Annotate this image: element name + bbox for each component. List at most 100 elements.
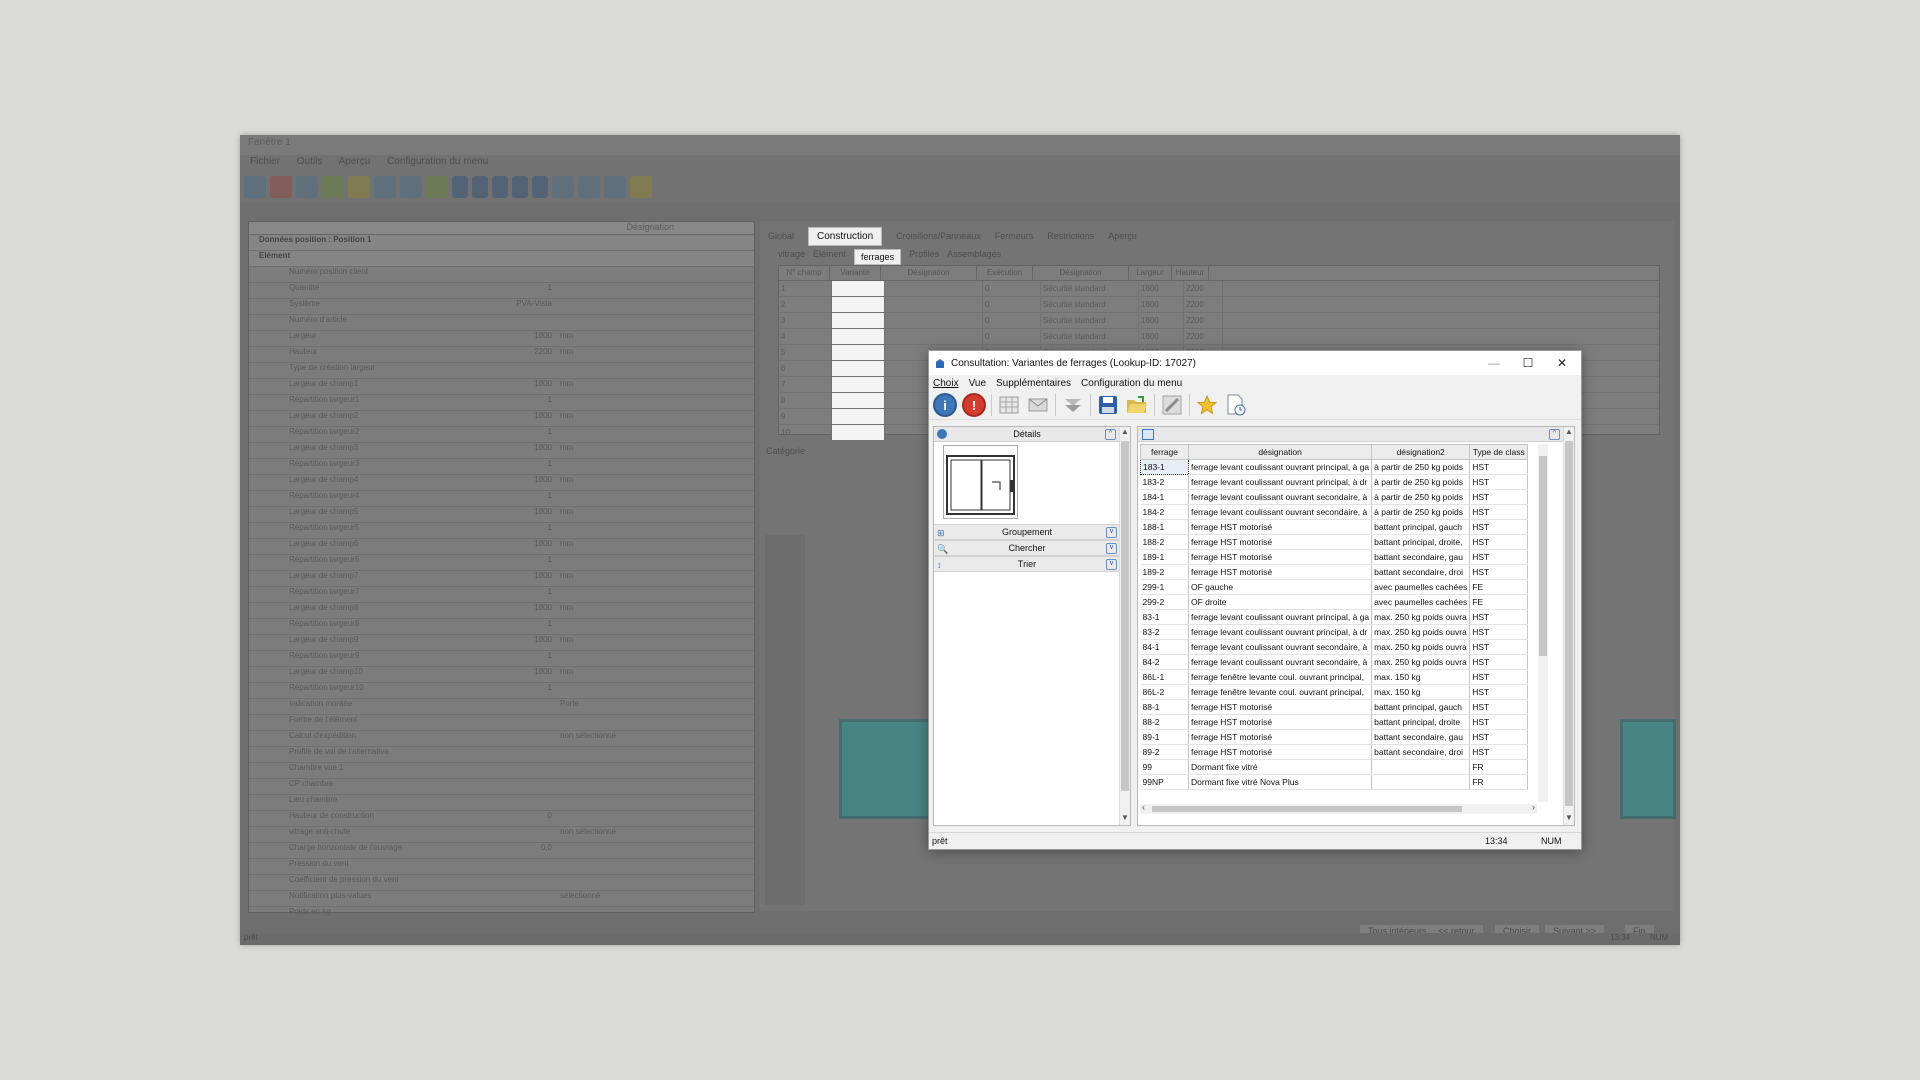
property-row[interactable]: Répartition largeur10 1 [249, 683, 754, 699]
filter-button[interactable] [1061, 393, 1085, 417]
collapse-icon[interactable]: ^ [1105, 429, 1116, 440]
menu-configuration[interactable]: Configuration du menu [1081, 378, 1182, 389]
property-row[interactable]: Forme de l'élément [249, 715, 754, 731]
table-row[interactable]: 89-2 ferrage HST motorisé battant secondai… [1140, 744, 1529, 760]
results-scrollbar[interactable]: ▲ ▼ [1563, 427, 1574, 825]
subtab-0[interactable]: vitrage [778, 249, 805, 265]
expand-icon[interactable]: v [1106, 559, 1117, 570]
property-row[interactable]: Quantité 1 [249, 283, 754, 299]
mail-button[interactable] [1026, 393, 1050, 417]
table-row[interactable]: 86L-1 ferrage fenêtre levante coul. ouvra… [1140, 669, 1529, 685]
table-row[interactable]: 299-2 OF droite avec paumelles cachées FE [1140, 594, 1529, 610]
table-view-button[interactable] [997, 393, 1021, 417]
property-row[interactable]: Profilé de vol de l'alternative [249, 747, 754, 763]
property-row[interactable]: Largeur de champ6 1800 mm [249, 539, 754, 555]
property-row[interactable]: Largeur de champ9 1800 mm [249, 635, 754, 651]
property-row[interactable]: Notification plus-values sélectionné [249, 891, 754, 907]
property-row[interactable]: Répartition largeur5 1 [249, 523, 754, 539]
grid-cell[interactable] [832, 409, 885, 424]
property-row[interactable]: Répartition largeur6 1 [249, 555, 754, 571]
table-row[interactable]: 183-1 ferrage levant coulissant ouvrant p… [1140, 459, 1529, 475]
property-row[interactable]: Calcul d'expédition non sélectionné [249, 731, 754, 747]
scroll-up-icon[interactable]: ▲ [1120, 427, 1130, 439]
property-row[interactable]: Répartition largeur8 1 [249, 619, 754, 635]
scroll-down-icon[interactable]: ▼ [1120, 813, 1130, 825]
grid-cell[interactable] [832, 281, 885, 296]
property-row[interactable]: Chambre vue 1 [249, 763, 754, 779]
property-row[interactable]: Système PVA-Vista [249, 299, 754, 315]
first-record-icon[interactable] [452, 176, 468, 198]
property-row[interactable]: Numéro d'article [249, 315, 754, 331]
window-icon[interactable] [604, 176, 626, 198]
key-icon[interactable] [630, 176, 652, 198]
property-row[interactable]: Numéro position client [249, 267, 754, 283]
tab-4[interactable]: Restrictions [1047, 231, 1094, 241]
grid-cell[interactable] [832, 393, 885, 408]
tab-2[interactable]: Croisillons/Panneaux [896, 231, 981, 241]
scroll-thumb[interactable] [1565, 441, 1573, 806]
grid-column-header[interactable]: Largeur [1129, 266, 1172, 280]
property-row[interactable]: Répartition largeur4 1 [249, 491, 754, 507]
table-row[interactable]: 83-2 ferrage levant coulissant ouvrant pr… [1140, 624, 1529, 640]
column-header-ferrage[interactable]: ferrage [1140, 444, 1189, 460]
column-header-type-de-class[interactable]: Type de class [1469, 444, 1529, 460]
tab-1[interactable]: Construction [808, 226, 883, 246]
main-menu-item[interactable]: Outils [297, 156, 323, 167]
grid-column-header[interactable]: Variante [830, 266, 881, 280]
grid-row[interactable]: 4 0 Sécurité standard 1800 2200 [779, 329, 1659, 345]
palette-icon[interactable] [374, 176, 396, 198]
info-icon[interactable] [244, 176, 266, 198]
subtab-1[interactable]: Elément [813, 249, 846, 265]
grid-cell[interactable] [832, 329, 885, 344]
grid-cell[interactable] [832, 425, 885, 440]
expand-icon[interactable]: v [1106, 543, 1117, 554]
grid-cell[interactable] [832, 361, 885, 376]
pencil-icon[interactable] [348, 176, 370, 198]
grid-cell[interactable] [832, 297, 885, 312]
table-row[interactable]: 84-2 ferrage levant coulissant ouvrant se… [1140, 654, 1529, 670]
table-row[interactable]: 184-1 ferrage levant coulissant ouvrant s… [1140, 489, 1529, 505]
trier-section[interactable]: ↕ Trier v [934, 556, 1120, 572]
table-row[interactable]: 84-1 ferrage levant coulissant ouvrant se… [1140, 639, 1529, 655]
table-row[interactable]: 86L-2 ferrage fenêtre levante coul. ouvra… [1140, 684, 1529, 700]
grid-cell[interactable] [832, 377, 885, 392]
property-row[interactable]: Largeur de champ5 1800 mm [249, 507, 754, 523]
property-row[interactable]: Répartition largeur1 1 [249, 395, 754, 411]
property-row[interactable]: Charge horizontale de l'ouvrage 0,0 [249, 843, 754, 859]
property-row[interactable]: Largeur de champ1 1800 mm [249, 379, 754, 395]
scroll-thumb[interactable] [1121, 441, 1129, 791]
grid-row[interactable]: 2 0 Sécurité standard 1800 2200 [779, 297, 1659, 313]
scroll-left-icon[interactable]: ‹ [1142, 802, 1145, 812]
column-header-designation[interactable]: désignation [1187, 444, 1373, 460]
property-row[interactable]: Largeur de champ10 1800 mm [249, 667, 754, 683]
table-row[interactable]: 83-1 ferrage levant coulissant ouvrant pr… [1140, 609, 1529, 625]
table-row[interactable]: 189-1 ferrage HST motorisé battant seconda… [1140, 549, 1529, 565]
table-row[interactable]: 99 Dormant fixe vitré FR [1140, 759, 1529, 775]
edit-button[interactable] [1160, 393, 1184, 417]
subtab-4[interactable]: Assemblages [947, 249, 1001, 265]
menu-vue[interactable]: Vue [969, 378, 986, 389]
property-row[interactable]: Hauteur de construction 0 [249, 811, 754, 827]
table-row[interactable]: 99NP Dormant fixe vitré Nova Plus FR [1140, 774, 1529, 790]
report-button[interactable] [1224, 393, 1248, 417]
main-menu-item[interactable]: Configuration du menu [387, 156, 488, 167]
table-row[interactable]: 88-1 ferrage HST motorisé battant principa… [1140, 699, 1529, 715]
table-row[interactable]: 188-1 ferrage HST motorisé battant princip… [1140, 519, 1529, 535]
groupement-section[interactable]: ⊞ Groupement v [934, 524, 1120, 540]
previous-record-icon[interactable] [472, 176, 488, 198]
grid-row[interactable]: 3 0 Sécurité standard 1800 2200 [779, 313, 1659, 329]
property-row[interactable]: Elément [249, 251, 754, 267]
scroll-up-icon[interactable]: ▲ [1564, 427, 1574, 439]
grid-column-header[interactable]: Désignation [1033, 266, 1129, 280]
property-row[interactable]: Largeur de champ4 1800 mm [249, 475, 754, 491]
scroll-down-icon[interactable]: ▼ [1564, 813, 1574, 825]
main-menu-item[interactable]: Aperçu [339, 156, 371, 167]
property-row[interactable]: Type de création largeur [249, 363, 754, 379]
property-row[interactable]: Répartition largeur7 1 [249, 587, 754, 603]
last-record-icon[interactable] [532, 176, 548, 198]
property-row[interactable]: Hauteur 2200 mm [249, 347, 754, 363]
grid-view-icon[interactable] [552, 176, 574, 198]
maximize-icon[interactable]: ☐ [1511, 351, 1545, 375]
property-row[interactable]: Largeur de champ3 1800 mm [249, 443, 754, 459]
close-icon[interactable]: ✕ [1545, 351, 1579, 375]
